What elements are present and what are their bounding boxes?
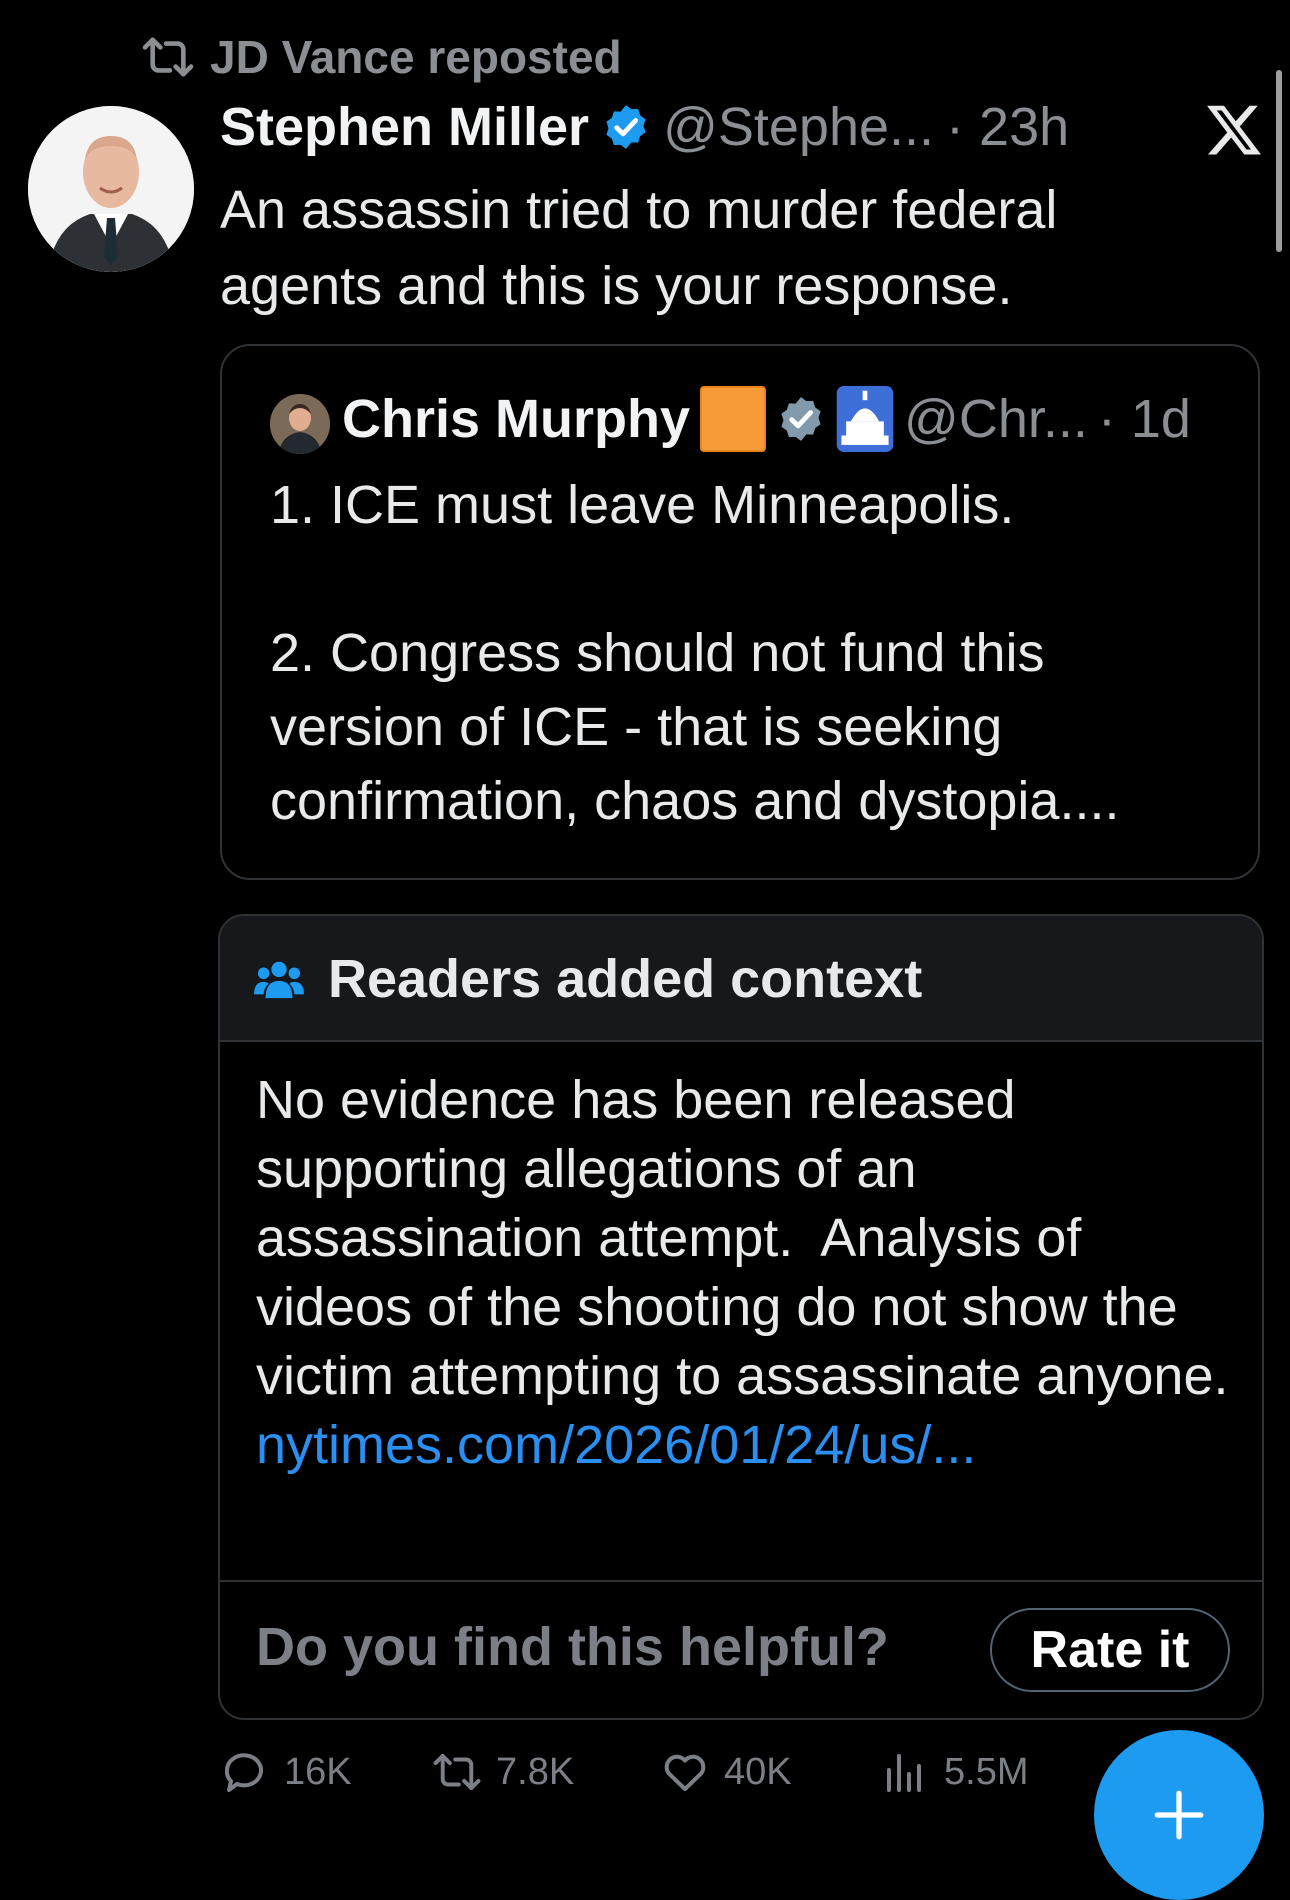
heart-icon [664, 1754, 706, 1791]
quote-author-name[interactable]: Chris Murphy [342, 388, 690, 450]
x-logo-icon[interactable] [1204, 100, 1264, 160]
repost-count: 7.8K [496, 1750, 575, 1793]
people-icon [254, 961, 304, 999]
quoted-post[interactable]: Chris Murphy @Chr... · 1d 1. ICE must le… [220, 344, 1260, 880]
reply-button[interactable]: 16K [220, 1748, 352, 1796]
reply-count: 16K [284, 1750, 352, 1793]
community-note: Readers added context No evidence has be… [218, 914, 1264, 1720]
note-body: No evidence has been released supporting… [256, 1070, 1244, 1406]
repost-icon [142, 37, 194, 77]
repost-indicator: JD Vance reposted [140, 30, 622, 84]
reply-icon [224, 1753, 263, 1792]
views-icon [887, 1754, 921, 1792]
note-header: Readers added context [220, 916, 1262, 1042]
capitol-emoji-icon [836, 386, 894, 452]
action-bar: 16K 7.8K 40K 5.5M [220, 1748, 1220, 1808]
quote-author-avatar[interactable] [270, 394, 330, 454]
quote-time[interactable]: · 1d [1098, 388, 1191, 450]
note-title: Readers added context [328, 949, 923, 1009]
quote-header: Chris Murphy @Chr... · 1d [342, 386, 1191, 452]
scrollbar[interactable] [1276, 70, 1282, 252]
repost-button[interactable]: 7.8K [432, 1748, 574, 1796]
post-time[interactable]: · 23h [946, 96, 1069, 158]
author-name[interactable]: Stephen Miller [220, 96, 589, 158]
post-text: An assassin tried to murder federal agen… [220, 180, 1073, 316]
like-button[interactable]: 40K [660, 1748, 792, 1796]
helpful-prompt: Do you find this helpful? [256, 1617, 889, 1677]
post-header: Stephen Miller @Stephe... · 23h [220, 96, 1069, 158]
quote-author-handle[interactable]: @Chr... [904, 388, 1088, 450]
views-button[interactable]: 5.5M [880, 1748, 1028, 1796]
view-count: 5.5M [944, 1750, 1029, 1793]
note-divider [220, 1580, 1262, 1582]
quote-text: 1. ICE must leave Minneapolis. 2. Congre… [270, 475, 1120, 831]
like-count: 40K [724, 1750, 792, 1793]
author-avatar[interactable] [28, 106, 194, 272]
repost-label: JD Vance reposted [210, 31, 622, 83]
note-text: No evidence has been released supporting… [256, 1066, 1236, 1480]
author-handle[interactable]: @Stephe... [663, 96, 934, 158]
plus-icon [1154, 1790, 1204, 1840]
gray-verified-badge-icon [781, 397, 821, 441]
verified-badge-icon [606, 105, 646, 149]
orange-square-emoji-icon [700, 386, 767, 452]
repost-icon [433, 1753, 481, 1791]
note-source-link[interactable]: nytimes.com/2026/01/24/us/... [256, 1415, 976, 1475]
rate-it-button[interactable]: Rate it [990, 1608, 1230, 1692]
